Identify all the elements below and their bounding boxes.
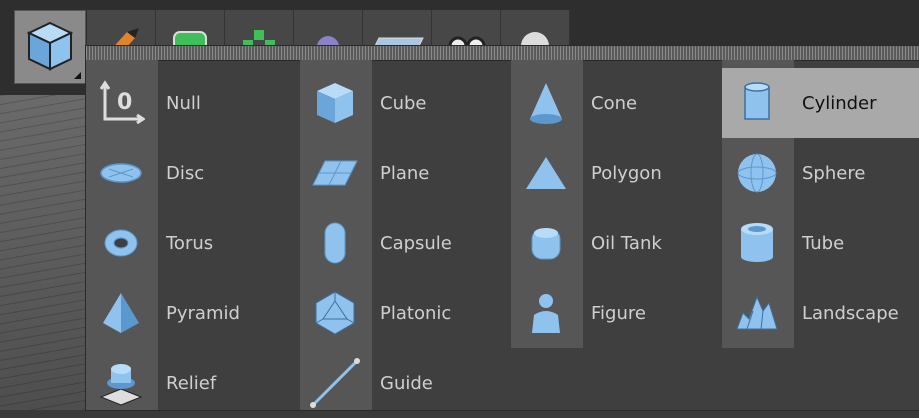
menu-item-cone[interactable]: Cone (511, 68, 721, 138)
menu-item-landscape[interactable]: Landscape (722, 278, 919, 348)
menu-item-platonic[interactable]: Platonic (300, 278, 510, 348)
plane-icon (312, 160, 358, 186)
menu-item-null[interactable]: 0 Null (86, 68, 296, 138)
menu-item-tube[interactable]: Tube (722, 208, 919, 278)
menu-item-guide[interactable]: Guide (300, 348, 510, 418)
menu-item-plane[interactable]: Plane (300, 138, 510, 208)
menu-item-label: Pyramid (166, 302, 240, 324)
menu-item-relief[interactable]: Relief (86, 348, 296, 418)
capsule-icon (324, 222, 346, 264)
menu-item-label: Disc (166, 162, 205, 184)
menu-item-label: Null (166, 92, 201, 114)
menu-item-pyramid[interactable]: Pyramid (86, 278, 296, 348)
menu-item-label: Sphere (802, 162, 866, 184)
menu-item-label: Relief (166, 372, 217, 394)
viewport-grid (0, 95, 100, 410)
menu-item-cylinder[interactable]: Cylinder (722, 68, 919, 138)
submenu-indicator (74, 72, 81, 79)
cube-icon (317, 83, 353, 123)
platonic-icon (315, 291, 355, 335)
null-icon: 0 (99, 80, 145, 125)
menu-item-torus[interactable]: Torus (86, 208, 296, 278)
pyramid-icon (103, 293, 139, 333)
oil-tank-icon (531, 228, 561, 260)
menu-item-disc[interactable]: Disc (86, 138, 296, 208)
menu-item-label: Tube (802, 232, 845, 254)
polygon-icon (526, 157, 566, 189)
menu-item-label: Cube (380, 92, 427, 114)
menu-item-label: Guide (380, 372, 433, 394)
menu-item-label: Platonic (380, 302, 452, 324)
disc-icon (100, 163, 142, 183)
sphere-icon (737, 153, 777, 193)
relief-icon (99, 364, 143, 406)
cone-icon (530, 83, 562, 124)
menu-tear-off-strip[interactable] (86, 46, 919, 61)
menu-item-label: Torus (166, 232, 214, 254)
landscape-icon (736, 295, 778, 330)
menu-item-label: Plane (380, 162, 430, 184)
menu-item-label: Cylinder (802, 92, 877, 114)
menu-item-oil-tank[interactable]: Oil Tank (511, 208, 721, 278)
menu-item-sphere[interactable]: Sphere (722, 138, 919, 208)
menu-item-label: Polygon (591, 162, 662, 184)
menu-item-label: Cone (591, 92, 638, 114)
svg-text:0: 0 (117, 90, 132, 115)
guide-icon (310, 358, 360, 408)
menu-item-figure[interactable]: Figure (511, 278, 721, 348)
menu-item-label: Capsule (380, 232, 452, 254)
cylinder-icon (744, 82, 770, 120)
menu-item-cube[interactable]: Cube (300, 68, 510, 138)
menu-item-polygon[interactable]: Polygon (511, 138, 721, 208)
tube-icon (741, 223, 773, 262)
menu-item-label: Figure (591, 302, 646, 324)
menu-item-label: Landscape (802, 302, 899, 324)
primitive-popup-menu: 0 Null Disc Torus Pyramid Relief Cube Pl… (86, 46, 919, 410)
menu-item-capsule[interactable]: Capsule (300, 208, 510, 278)
menu-item-label: Oil Tank (591, 232, 662, 254)
cube-tool-button[interactable] (14, 10, 86, 84)
torus-icon (104, 229, 138, 257)
figure-icon (532, 294, 560, 333)
